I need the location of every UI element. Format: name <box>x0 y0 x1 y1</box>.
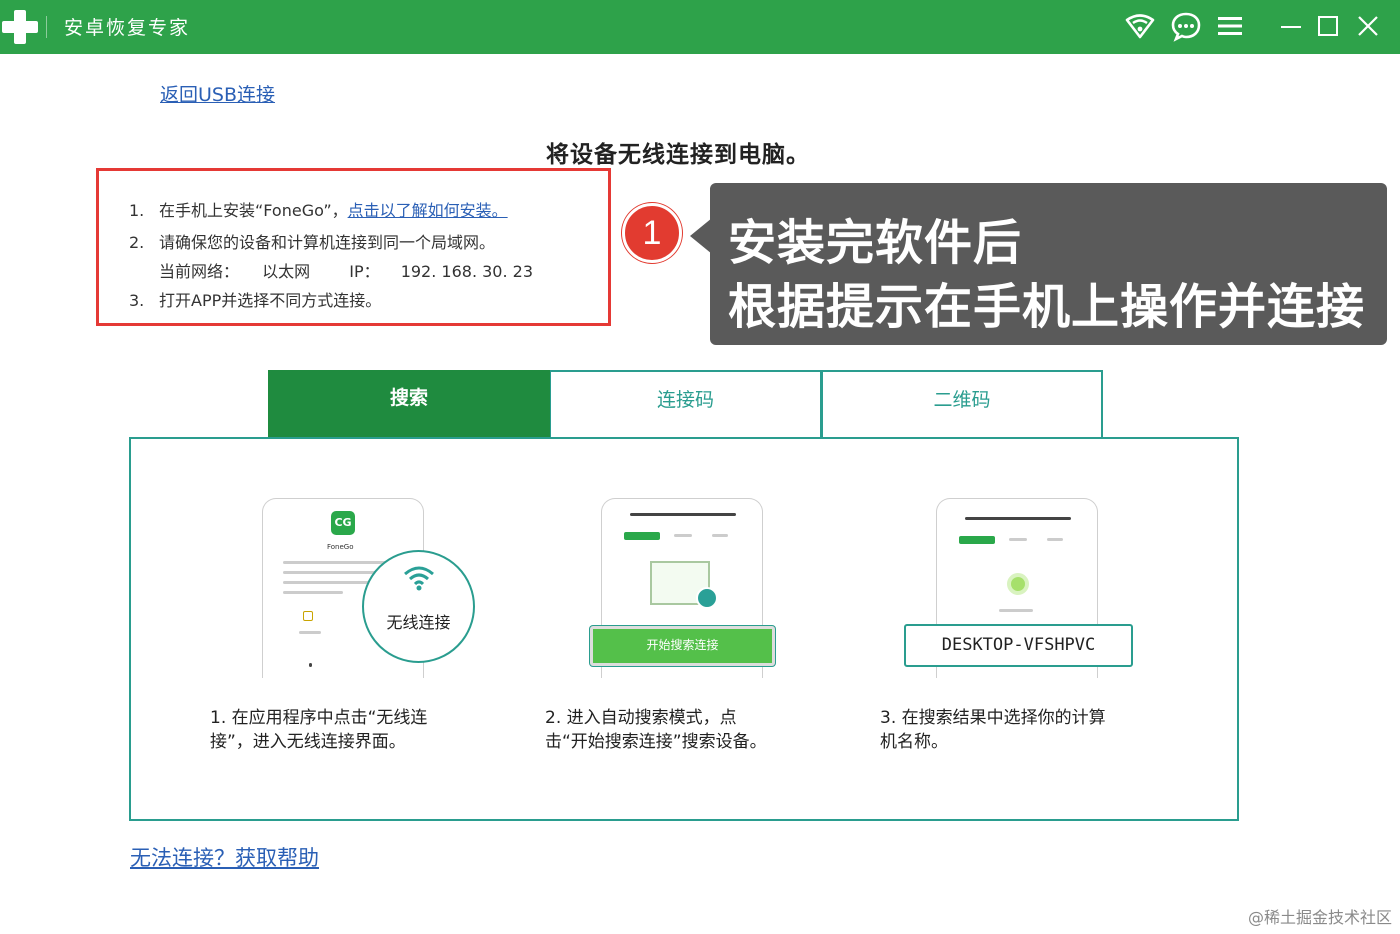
menu-icon[interactable] <box>1214 10 1246 42</box>
minimize-icon[interactable] <box>1275 10 1307 42</box>
description-1: 1. 在应用程序中点击“无线连 接”，进入无线连接界面。 <box>210 706 427 754</box>
page-heading: 将设备无线连接到电脑。 <box>546 142 810 168</box>
step-3-number: 3. <box>129 291 145 310</box>
network-value: 以太网 <box>262 262 311 281</box>
refresh-icon <box>696 587 718 609</box>
get-help-link[interactable]: 无法连接？获取帮助 <box>130 842 319 872</box>
step-1: 1. 在手机上安装“FoneGo”，点击以了解如何安装。 <box>129 197 508 221</box>
step-1-text: 在手机上安装“FoneGo”， <box>159 201 348 220</box>
computer-name-option[interactable]: DESKTOP-VFSHPVC <box>904 624 1133 667</box>
wireless-connect-bubble: 无线连接 <box>362 550 475 663</box>
step-badge: 1 <box>622 203 682 263</box>
title-bar: 安卓恢复专家 <box>0 0 1400 54</box>
chat-icon[interactable] <box>1170 10 1202 42</box>
title-separator <box>46 16 47 38</box>
target-icon <box>1007 573 1029 595</box>
step-2: 2. 请确保您的设备和计算机连接到同一个局域网。 <box>129 229 495 253</box>
tab-qr-code[interactable]: 二维码 <box>821 370 1103 437</box>
description-1-line-1: 1. 在应用程序中点击“无线连 <box>210 708 428 728</box>
step-2-text: 请确保您的设备和计算机连接到同一个局域网。 <box>159 233 496 252</box>
app-title: 安卓恢复专家 <box>64 17 191 39</box>
step-2-number: 2. <box>129 233 145 252</box>
tab-search[interactable]: 搜索 <box>268 370 550 437</box>
instructions-box: 1. 在手机上安装“FoneGo”，点击以了解如何安装。 2. 请确保您的设备和计算… <box>96 168 611 326</box>
wireless-connect-label: 无线连接 <box>386 613 451 632</box>
description-2-line-1: 2. 进入自动搜索模式，点 <box>545 708 737 728</box>
ip-value: 192. 168. 30. 23 <box>400 262 533 281</box>
callout-line-2: 根据提示在手机上操作并连接 <box>728 279 1366 335</box>
network-info: 当前网络： 以太网 IP： 192. 168. 30. 23 <box>159 258 533 282</box>
wifi-shield-icon[interactable] <box>1124 10 1156 42</box>
start-search-button[interactable]: 开始搜索连接 <box>590 626 775 666</box>
tab-connection-code[interactable]: 连接码 <box>550 370 822 437</box>
step-3: 3. 打开APP并选择不同方式连接。 <box>129 287 381 311</box>
step-1-number: 1. <box>129 201 145 220</box>
install-help-link[interactable]: 点击以了解如何安装。 <box>348 201 508 220</box>
fonego-app-name: FoneGo <box>327 543 354 551</box>
description-2: 2. 进入自动搜索模式，点 击“开始搜索连接”搜索设备。 <box>545 706 767 754</box>
watermark: @稀土掘金技术社区 <box>1247 908 1392 927</box>
description-3: 3. 在搜索结果中选择你的计算 机名称。 <box>880 706 1106 754</box>
close-icon[interactable] <box>1352 10 1384 42</box>
description-3-line-2: 机名称。 <box>880 732 948 752</box>
fonego-logo: CG <box>331 511 355 535</box>
callout-line-1: 安装完软件后 <box>728 215 1023 271</box>
description-2-line-2: 击“开始搜索连接”搜索设备。 <box>545 732 767 752</box>
description-1-line-2: 接”，进入无线连接界面。 <box>210 732 406 752</box>
ip-label: IP： <box>349 262 380 281</box>
step-3-text: 打开APP并选择不同方式连接。 <box>159 291 382 310</box>
network-label: 当前网络： <box>159 262 240 281</box>
maximize-icon[interactable] <box>1312 10 1344 42</box>
cross-logo-icon <box>2 6 38 46</box>
back-usb-link[interactable]: 返回USB连接 <box>160 80 275 107</box>
description-3-line-1: 3. 在搜索结果中选择你的计算 <box>880 708 1106 728</box>
wifi-icon <box>404 566 434 591</box>
callout-box: 安装完软件后 根据提示在手机上操作并连接 <box>710 183 1387 345</box>
callout-arrow <box>690 218 712 254</box>
